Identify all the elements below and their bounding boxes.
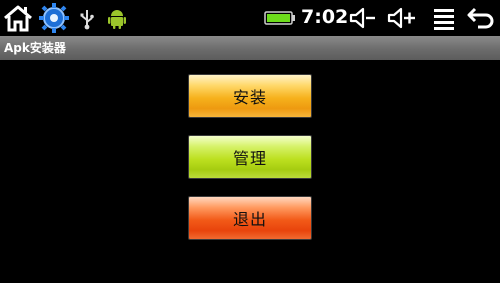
usb-icon xyxy=(80,10,94,30)
volume-up-icon[interactable] xyxy=(386,6,418,30)
install-button[interactable]: 安装 xyxy=(188,74,312,118)
manage-button[interactable]: 管理 xyxy=(188,135,312,179)
android-debug-icon xyxy=(108,10,126,29)
settings-gear-icon[interactable] xyxy=(37,2,71,34)
battery-icon xyxy=(264,11,295,25)
app-title-bar: Apk安装器 xyxy=(0,36,500,60)
back-icon[interactable] xyxy=(466,5,496,31)
app-title: Apk安装器 xyxy=(4,41,66,55)
exit-button[interactable]: 退出 xyxy=(188,196,312,240)
home-icon[interactable] xyxy=(3,4,33,32)
volume-down-icon[interactable] xyxy=(348,6,378,30)
menu-icon[interactable] xyxy=(432,8,456,30)
status-bar: 7:02 xyxy=(0,0,500,36)
clock: 7:02 xyxy=(301,6,349,28)
